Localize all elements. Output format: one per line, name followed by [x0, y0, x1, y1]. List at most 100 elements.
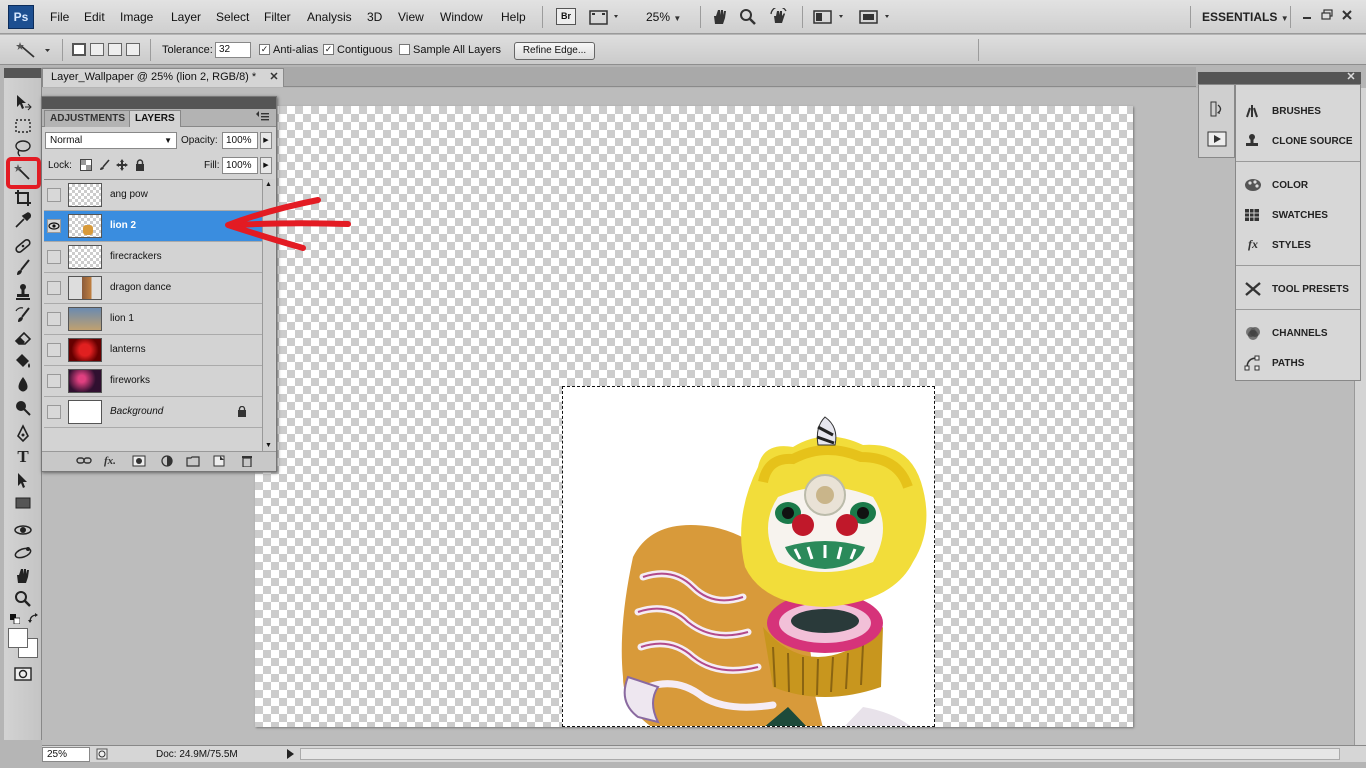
collapse-dock-button[interactable]: [1346, 71, 1356, 81]
dock-item-channels[interactable]: CHANNELS: [1242, 319, 1356, 345]
visibility-toggle[interactable]: [47, 374, 61, 388]
dock-item-paths[interactable]: PATHS: [1242, 349, 1356, 375]
visibility-toggle[interactable]: [47, 405, 61, 419]
intersect-selection-mode[interactable]: [126, 43, 140, 56]
menu-3d[interactable]: 3D: [367, 10, 382, 24]
minimize-button[interactable]: [1301, 9, 1313, 21]
opacity-input[interactable]: 100%: [222, 132, 258, 149]
view-extras-button[interactable]: [588, 8, 622, 26]
selection-marquee[interactable]: [562, 386, 935, 727]
subtract-from-selection-mode[interactable]: [108, 43, 122, 56]
visibility-toggle[interactable]: [47, 281, 61, 295]
new-selection-mode[interactable]: [72, 43, 86, 56]
tolerance-input[interactable]: 32: [215, 42, 251, 58]
visibility-toggle[interactable]: [47, 312, 61, 326]
visibility-toggle[interactable]: [47, 188, 61, 202]
status-menu-button[interactable]: [285, 749, 295, 759]
tab-layers[interactable]: LAYERS: [129, 110, 181, 127]
magic-wand-tool[interactable]: [13, 163, 33, 183]
marquee-tool[interactable]: [13, 116, 33, 136]
hand-tool-button[interactable]: [710, 8, 730, 26]
menu-view[interactable]: View: [398, 10, 424, 24]
quick-mask-button[interactable]: [13, 664, 33, 684]
zoom-tool[interactable]: [13, 589, 33, 609]
link-layers-button[interactable]: [76, 455, 92, 467]
delete-layer-button[interactable]: [240, 455, 254, 467]
healing-brush-tool[interactable]: [13, 236, 33, 256]
layer-row-fireworks[interactable]: fireworks: [44, 366, 262, 397]
zoom-status-field[interactable]: 25%: [42, 747, 90, 762]
layer-row-lanterns[interactable]: lanterns: [44, 335, 262, 366]
brush-tool[interactable]: [13, 258, 33, 278]
menu-window[interactable]: Window: [440, 10, 483, 24]
eraser-tool[interactable]: [13, 328, 33, 348]
opacity-slider-button[interactable]: ▶: [260, 132, 272, 149]
lock-transparent-button[interactable]: [80, 159, 92, 171]
document-tab[interactable]: Layer_Wallpaper @ 25% (lion 2, RGB/8) *: [42, 68, 284, 87]
rotate-view-button[interactable]: [768, 8, 790, 26]
menu-select[interactable]: Select: [216, 10, 249, 24]
layer-style-button[interactable]: fx.: [104, 455, 116, 467]
launch-bridge-button[interactable]: Br: [556, 8, 576, 25]
eyedropper-tool[interactable]: [13, 210, 33, 230]
dock-item-styles[interactable]: fx STYLES: [1242, 231, 1356, 257]
add-mask-button[interactable]: [132, 455, 146, 467]
layer-row-lion-1[interactable]: lion 1: [44, 304, 262, 335]
lock-pixels-button[interactable]: [98, 159, 110, 171]
dock-item-brushes[interactable]: BRUSHES: [1242, 97, 1356, 123]
foreground-color-swatch[interactable]: [8, 628, 28, 648]
new-layer-button[interactable]: [212, 455, 226, 467]
dock-item-clone-source[interactable]: CLONE SOURCE: [1242, 127, 1356, 153]
arrange-documents-button[interactable]: [812, 8, 848, 26]
anti-alias-checkbox[interactable]: ✓: [259, 44, 270, 55]
hand-tool[interactable]: [13, 566, 33, 586]
menu-filter[interactable]: Filter: [264, 10, 291, 24]
fill-input[interactable]: 100%: [222, 157, 258, 174]
move-tool[interactable]: [13, 92, 33, 112]
dock-item-tool-presets[interactable]: TOOL PRESETS: [1242, 275, 1356, 301]
zoom-level-dropdown[interactable]: 25% ▼: [646, 10, 681, 24]
path-selection-tool[interactable]: [13, 470, 33, 490]
3d-rotate-tool[interactable]: [13, 520, 33, 540]
history-brush-tool[interactable]: [13, 306, 33, 326]
paint-bucket-tool[interactable]: [13, 351, 33, 371]
close-document-button[interactable]: [269, 71, 279, 81]
scroll-up-icon[interactable]: ▲: [265, 181, 272, 188]
workspace-switcher[interactable]: ESSENTIALS ▼: [1202, 10, 1289, 24]
lock-all-button[interactable]: [134, 159, 146, 171]
sample-all-layers-checkbox[interactable]: [399, 44, 410, 55]
visibility-toggle[interactable]: [47, 219, 61, 233]
new-group-button[interactable]: [186, 455, 200, 467]
restore-button[interactable]: [1321, 9, 1333, 21]
layer-row-dragon-dance[interactable]: dragon dance: [44, 273, 262, 304]
visibility-toggle[interactable]: [47, 250, 61, 264]
swap-colors-button[interactable]: [28, 613, 40, 625]
horizontal-scrollbar[interactable]: [300, 748, 1340, 760]
default-colors-button[interactable]: [10, 614, 20, 624]
clone-stamp-tool[interactable]: [13, 282, 33, 302]
menu-image[interactable]: Image: [120, 10, 153, 24]
close-app-button[interactable]: [1341, 9, 1353, 21]
lock-position-button[interactable]: [116, 159, 128, 171]
contiguous-checkbox[interactable]: ✓: [323, 44, 334, 55]
menu-analysis[interactable]: Analysis: [307, 10, 352, 24]
layer-row-background[interactable]: Background: [44, 397, 262, 428]
fill-slider-button[interactable]: ▶: [260, 157, 272, 174]
shape-tool[interactable]: [13, 493, 33, 513]
type-tool[interactable]: T: [13, 447, 33, 467]
panel-menu-button[interactable]: [256, 111, 270, 123]
menu-help[interactable]: Help: [501, 10, 526, 24]
visibility-toggle[interactable]: [47, 343, 61, 357]
add-to-selection-mode[interactable]: [90, 43, 104, 56]
blend-mode-select[interactable]: Normal ▼: [45, 132, 177, 149]
menu-file[interactable]: File: [50, 10, 69, 24]
blur-tool[interactable]: [13, 375, 33, 395]
document-canvas[interactable]: [255, 106, 1133, 727]
3d-orbit-tool[interactable]: [13, 543, 33, 563]
tool-preset-picker[interactable]: [12, 41, 54, 59]
actions-panel-button[interactable]: [1207, 131, 1227, 147]
menu-layer[interactable]: Layer: [171, 10, 201, 24]
tab-adjustments[interactable]: ADJUSTMENTS: [44, 110, 132, 127]
refine-edge-button[interactable]: Refine Edge...: [514, 42, 595, 60]
crop-tool[interactable]: [13, 188, 33, 208]
